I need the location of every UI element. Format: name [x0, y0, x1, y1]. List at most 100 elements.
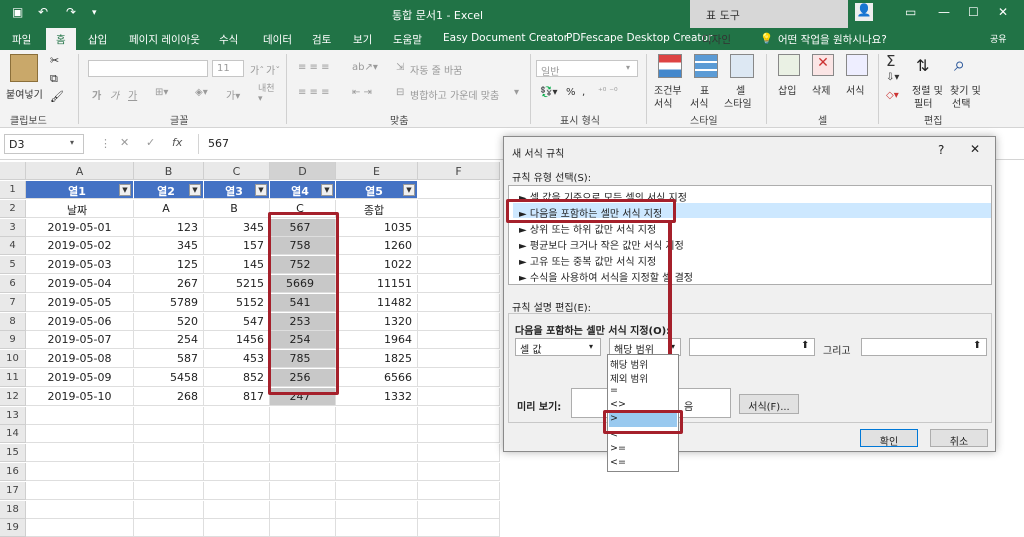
currency-icon[interactable]: 💱▾ — [540, 87, 557, 98]
filter-dropdown-icon[interactable]: ▼ — [321, 184, 333, 196]
dropdown-option[interactable]: 해당 범위 — [610, 357, 648, 371]
share-button[interactable]: 공유 — [990, 32, 1007, 45]
cell[interactable] — [270, 463, 336, 481]
table-header-cell[interactable]: 열4 ▼ — [270, 181, 336, 199]
column-header-f[interactable]: F — [418, 162, 500, 180]
border-icon[interactable]: ⊞▾ — [155, 87, 168, 98]
row-header[interactable]: 14 — [0, 425, 26, 444]
row-header[interactable]: 5 — [0, 256, 26, 275]
cell[interactable]: 11151 — [336, 275, 418, 293]
cell[interactable] — [418, 350, 500, 369]
dropdown-option[interactable]: = — [610, 385, 618, 396]
row-header[interactable]: 3 — [0, 218, 26, 237]
cell[interactable] — [418, 237, 500, 256]
confirm-entry-icon[interactable]: ✓ — [146, 136, 155, 149]
save-icon[interactable]: ▣ — [12, 5, 23, 19]
cell[interactable] — [418, 425, 500, 444]
cell[interactable] — [418, 199, 500, 218]
cell[interactable]: 5789 — [134, 293, 204, 312]
cell[interactable]: 5152 — [204, 293, 270, 312]
fill-icon[interactable]: ⇩▾ — [886, 72, 899, 83]
merge-center-button[interactable]: 병합하고 가운데 맞춤 — [410, 87, 499, 102]
orientation-icon[interactable]: ab↗▾ — [352, 62, 378, 73]
cell[interactable]: B — [204, 199, 270, 218]
grow-font-icon[interactable]: 가ˆ — [250, 62, 264, 77]
cell[interactable]: 5458 — [134, 369, 204, 387]
cell[interactable]: 125 — [134, 256, 204, 275]
tell-me-box[interactable]: 어떤 작업을 원하시나요? — [778, 32, 887, 47]
format-as-table-icon[interactable] — [694, 54, 718, 78]
filter-dropdown-icon[interactable]: ▼ — [189, 184, 201, 196]
row-header[interactable]: 16 — [0, 463, 26, 481]
filter-dropdown-icon[interactable]: ▼ — [255, 184, 267, 196]
row-header[interactable]: 4 — [0, 237, 26, 256]
column-header-e[interactable]: E — [336, 162, 418, 180]
align-top-icon[interactable]: ≡ ≡ ≡ — [298, 62, 330, 73]
cell[interactable]: 5215 — [204, 275, 270, 293]
cell[interactable] — [336, 463, 418, 481]
copy-icon[interactable]: ⧉ — [50, 72, 58, 86]
cut-icon[interactable]: ✂ — [50, 54, 59, 67]
cell[interactable] — [336, 519, 418, 537]
ok-button[interactable]: 확인 — [860, 429, 918, 448]
cell[interactable]: 6566 — [336, 369, 418, 387]
wrap-text-icon[interactable]: ⇲ — [396, 62, 404, 73]
conditional-format-label-2[interactable]: 서식 — [654, 95, 672, 110]
cell[interactable] — [204, 463, 270, 481]
table-header-cell[interactable]: 열1 ▼ — [26, 181, 134, 199]
minimize-icon[interactable]: — — [938, 5, 950, 19]
worksheet-grid[interactable]: ABCDEF 1 2 3 4 5 6 7 8 9 10 11 12 13 14 15 16 17 18 19 열1 ▼… — [0, 162, 500, 537]
cell[interactable]: 123 — [134, 218, 204, 237]
row-header[interactable]: 12 — [0, 387, 26, 406]
dropdown-option[interactable]: <= — [610, 457, 626, 468]
cell[interactable]: 2019-05-02 — [26, 237, 134, 256]
cell[interactable]: 2019-05-07 — [26, 331, 134, 350]
cell[interactable]: 1320 — [336, 312, 418, 331]
name-box-dropdown-icon[interactable]: ▾ — [70, 138, 74, 147]
cell[interactable] — [418, 500, 500, 519]
find-select-icon[interactable]: ⌕ — [954, 52, 965, 76]
cell[interactable]: 254 — [134, 331, 204, 350]
tab-home[interactable]: 홈 — [46, 28, 76, 50]
dropdown-option[interactable]: <> — [610, 399, 626, 410]
cell[interactable]: 2019-05-06 — [26, 312, 134, 331]
cell[interactable]: 2019-05-10 — [26, 387, 134, 406]
cell[interactable] — [270, 406, 336, 425]
cell[interactable]: A — [134, 199, 204, 218]
cell[interactable] — [134, 425, 204, 444]
insert-function-icon[interactable]: fx — [172, 136, 182, 149]
row-header[interactable]: 15 — [0, 444, 26, 463]
column-header-a[interactable]: A — [26, 162, 134, 180]
cell[interactable]: 2019-05-09 — [26, 369, 134, 387]
table-header-cell[interactable]: 열5 ▼ — [336, 181, 418, 199]
account-icon[interactable]: 👤 — [855, 3, 873, 21]
insert-cells-icon[interactable] — [778, 54, 800, 76]
format-as-table-label-2[interactable]: 서식 — [690, 95, 708, 110]
clear-icon[interactable]: ◇▾ — [886, 90, 899, 101]
cell[interactable]: 종합 — [336, 199, 418, 218]
format-cells-label[interactable]: 서식 — [846, 82, 864, 97]
number-format-box[interactable]: 일반 — [536, 60, 638, 78]
close-dialog-button[interactable]: ✕ — [970, 142, 980, 156]
cell[interactable] — [418, 293, 500, 312]
cell[interactable]: 547 — [204, 312, 270, 331]
delete-cells-icon[interactable]: ✕ — [812, 54, 834, 76]
cancel-entry-icon[interactable]: ✕ — [120, 136, 129, 149]
cell[interactable] — [26, 519, 134, 537]
maximize-icon[interactable]: ☐ — [968, 5, 979, 19]
cell[interactable]: 1022 — [336, 256, 418, 275]
cell[interactable] — [26, 425, 134, 444]
cell[interactable] — [26, 463, 134, 481]
row-header[interactable]: 7 — [0, 293, 26, 312]
cell[interactable]: 1035 — [336, 218, 418, 237]
comma-button[interactable]: , — [582, 87, 585, 98]
tab-view[interactable]: 보기 — [353, 32, 372, 47]
underline-button[interactable]: 가 — [128, 87, 137, 102]
cell[interactable] — [336, 500, 418, 519]
cell[interactable] — [134, 500, 204, 519]
cell[interactable] — [336, 406, 418, 425]
cell[interactable] — [270, 425, 336, 444]
format-button[interactable]: 서식(F)... — [739, 394, 799, 414]
formula-input[interactable]: 567 — [208, 137, 229, 150]
cell[interactable] — [204, 481, 270, 500]
